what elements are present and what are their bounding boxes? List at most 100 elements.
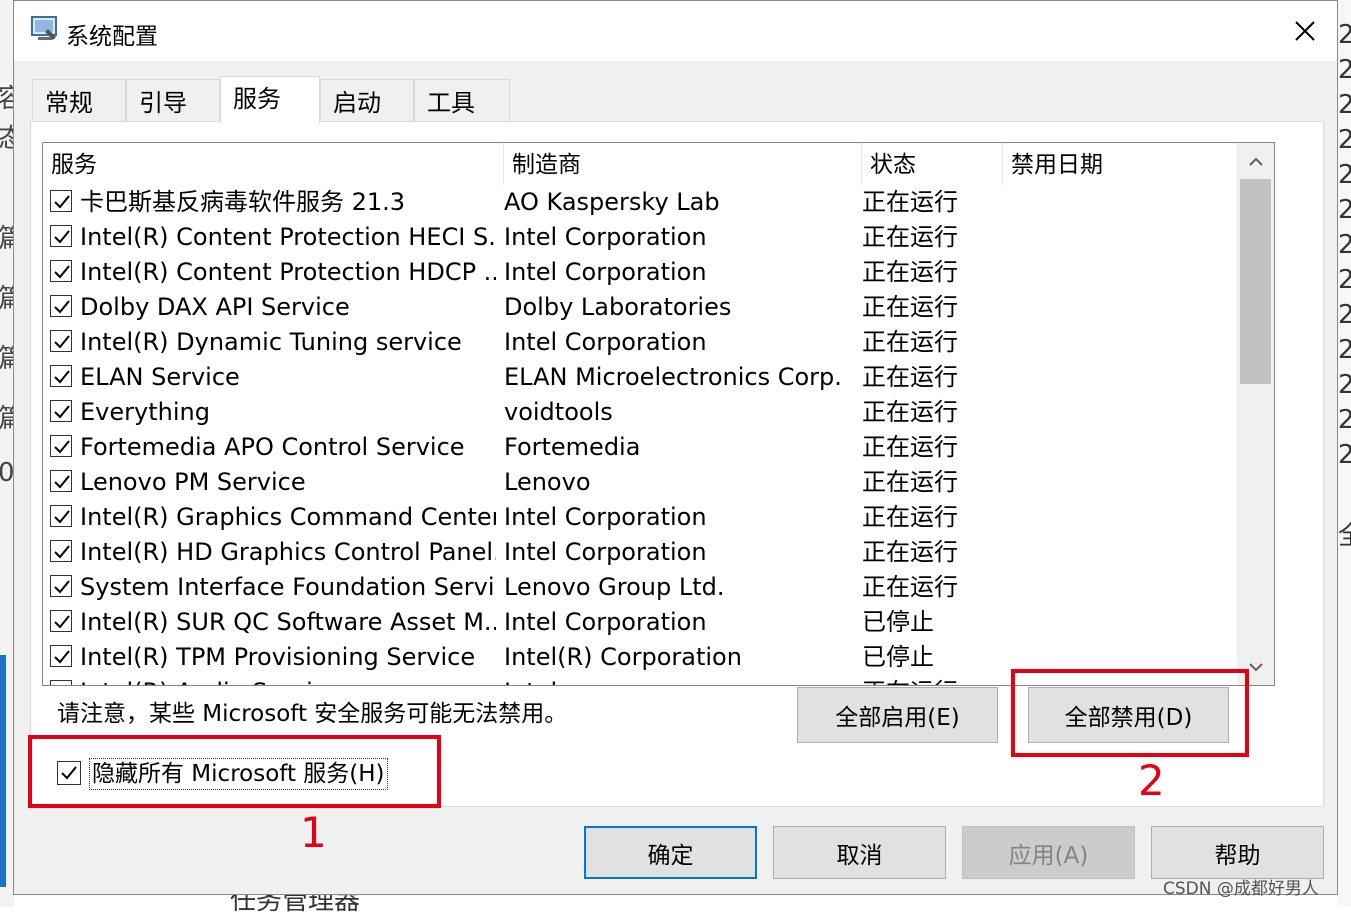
service-manufacturer: ELAN Microelectronics Corp.	[504, 363, 842, 391]
table-row[interactable]: Intel(R) Graphics Command Center... Intel…	[43, 500, 1237, 535]
list-header: 服务 制造商 状态 禁用日期	[43, 143, 1237, 185]
table-row[interactable]: Intel(R) HD Graphics Control Panel... Int…	[43, 535, 1237, 570]
tab-tools[interactable]: 工具	[414, 79, 510, 121]
cancel-button[interactable]: 取消	[773, 826, 946, 879]
service-checkbox[interactable]	[50, 540, 72, 562]
service-status: 正在运行	[862, 503, 958, 531]
service-manufacturer: Lenovo Group Ltd.	[504, 573, 725, 601]
annotation-number-1: 1	[300, 808, 327, 857]
scroll-up-button[interactable]	[1237, 143, 1274, 179]
scroll-down-arrow-icon	[1248, 662, 1263, 671]
table-row[interactable]: Intel(R) SUR QC Software Asset M... Intel…	[43, 605, 1237, 640]
table-row[interactable]: Intel(R) Content Protection HDCP ... Inte…	[43, 255, 1237, 290]
service-checkbox[interactable]	[50, 645, 72, 667]
column-header-status[interactable]: 状态	[862, 143, 1003, 185]
service-manufacturer: AO Kaspersky Lab	[504, 188, 720, 216]
service-status: 正在运行	[862, 468, 958, 496]
service-checkbox[interactable]	[50, 680, 72, 686]
service-checkbox[interactable]	[50, 260, 72, 282]
checkbox-checked-icon	[54, 615, 70, 629]
window-title: 系统配置	[66, 24, 158, 50]
service-checkbox[interactable]	[50, 400, 72, 422]
service-status: 正在运行	[862, 363, 958, 391]
service-name: System Interface Foundation Servi...	[80, 573, 496, 601]
service-checkbox[interactable]	[50, 505, 72, 527]
service-name: Intel(R) SUR QC Software Asset M...	[80, 608, 496, 636]
tab-boot[interactable]: 引导	[126, 79, 220, 121]
service-status: 正在运行	[862, 258, 958, 286]
annotation-number-2: 2	[1138, 756, 1165, 805]
table-row[interactable]: Everything voidtools 正在运行	[43, 395, 1237, 430]
service-status: 正在运行	[862, 188, 958, 216]
service-name: Everything	[80, 398, 210, 426]
service-name: Lenovo PM Service	[80, 468, 306, 496]
service-checkbox[interactable]	[50, 575, 72, 597]
system-config-app-icon	[31, 16, 57, 40]
checkbox-checked-icon	[54, 580, 70, 594]
service-manufacturer: Intel Corporation	[504, 538, 707, 566]
table-row[interactable]: Lenovo PM Service Lenovo 正在运行	[43, 465, 1237, 500]
service-checkbox[interactable]	[50, 470, 72, 492]
service-status: 正在运行	[862, 573, 958, 601]
service-manufacturer: Intel Corporation	[504, 503, 707, 531]
service-checkbox[interactable]	[50, 190, 72, 212]
service-checkbox[interactable]	[50, 330, 72, 352]
services-list[interactable]: 服务 制造商 状态 禁用日期 卡巴斯基反病毒软件服务 21.3 AO Kasper…	[42, 142, 1275, 686]
scroll-thumb[interactable]	[1240, 179, 1271, 384]
vertical-scrollbar[interactable]	[1237, 143, 1274, 685]
service-checkbox[interactable]	[50, 365, 72, 387]
column-header-manufacturer[interactable]: 制造商	[504, 143, 862, 185]
service-name: Intel(R) Graphics Command Center...	[80, 503, 496, 531]
service-status: 正在运行	[862, 328, 958, 356]
service-manufacturer: Dolby Laboratories	[504, 293, 732, 321]
service-name: Intel(R) Content Protection HECI S...	[80, 223, 496, 251]
service-checkbox[interactable]	[50, 610, 72, 632]
service-manufacturer: Intel Corporation	[504, 328, 707, 356]
enable-all-button[interactable]: 全部启用(E)	[797, 687, 998, 743]
background-app-left-edge: 容 态 篇 篇 篇 篇 0	[0, 0, 14, 907]
table-row[interactable]: Dolby DAX API Service Dolby Laboratories 正…	[43, 290, 1237, 325]
service-checkbox[interactable]	[50, 225, 72, 247]
service-name: Fortemedia APO Control Service	[80, 433, 465, 461]
service-checkbox[interactable]	[50, 435, 72, 457]
service-manufacturer: Intel(R) Corporation	[504, 643, 742, 671]
annotation-box-2	[1011, 669, 1249, 757]
checkbox-checked-icon	[54, 370, 70, 384]
table-row[interactable]: System Interface Foundation Servi... Leno…	[43, 570, 1237, 605]
service-manufacturer: Intel	[504, 675, 854, 685]
title-bar: 系统配置	[14, 1, 1337, 61]
service-status: 已停止	[862, 643, 934, 671]
column-header-disable-date[interactable]: 禁用日期	[1003, 143, 1237, 185]
service-status: 正在运行	[862, 538, 958, 566]
service-status: 正在运行	[862, 398, 958, 426]
service-name: 卡巴斯基反病毒软件服务 21.3	[80, 188, 406, 216]
service-name: Intel(R) HD Graphics Control Panel...	[80, 538, 496, 566]
security-services-notice: 请注意，某些 Microsoft 安全服务可能无法禁用。	[57, 701, 568, 727]
tab-services[interactable]: 服务	[220, 76, 320, 123]
table-row[interactable]: 卡巴斯基反病毒软件服务 21.3 AO Kaspersky Lab 正在运行	[43, 185, 1237, 220]
watermark: CSDN @成都好男人	[1163, 879, 1319, 899]
table-row[interactable]: Fortemedia APO Control Service Fortemedia…	[43, 430, 1237, 465]
ok-button[interactable]: 确定	[584, 826, 757, 879]
checkbox-checked-icon	[54, 230, 70, 244]
service-name: Dolby DAX API Service	[80, 293, 350, 321]
checkbox-checked-icon	[53, 683, 71, 686]
table-row[interactable]: Intel(R) Dynamic Tuning service Intel Cor…	[43, 325, 1237, 360]
close-button[interactable]	[1273, 1, 1337, 61]
checkbox-checked-icon	[54, 650, 70, 664]
column-header-service[interactable]: 服务	[43, 143, 504, 185]
tab-startup[interactable]: 启动	[320, 79, 414, 121]
checkbox-checked-icon	[54, 545, 70, 559]
service-name: Intel(R) Audio Service	[80, 675, 496, 685]
table-row[interactable]: Intel(R) Content Protection HECI S... Int…	[43, 220, 1237, 255]
background-app-right-edge: 222 222 222 222 2全	[1338, 0, 1351, 907]
table-row[interactable]: ELAN Service ELAN Microelectronics Corp. 正…	[43, 360, 1237, 395]
checkbox-checked-icon	[54, 195, 70, 209]
apply-button[interactable]: 应用(A)	[962, 826, 1135, 879]
help-button[interactable]: 帮助	[1151, 826, 1324, 879]
service-status: 正在运行	[862, 293, 958, 321]
checkbox-checked-icon	[54, 440, 70, 454]
service-rows: 卡巴斯基反病毒软件服务 21.3 AO Kaspersky Lab 正在运行 Inte…	[43, 185, 1237, 686]
service-checkbox[interactable]	[50, 295, 72, 317]
tab-general[interactable]: 常规	[32, 79, 126, 121]
